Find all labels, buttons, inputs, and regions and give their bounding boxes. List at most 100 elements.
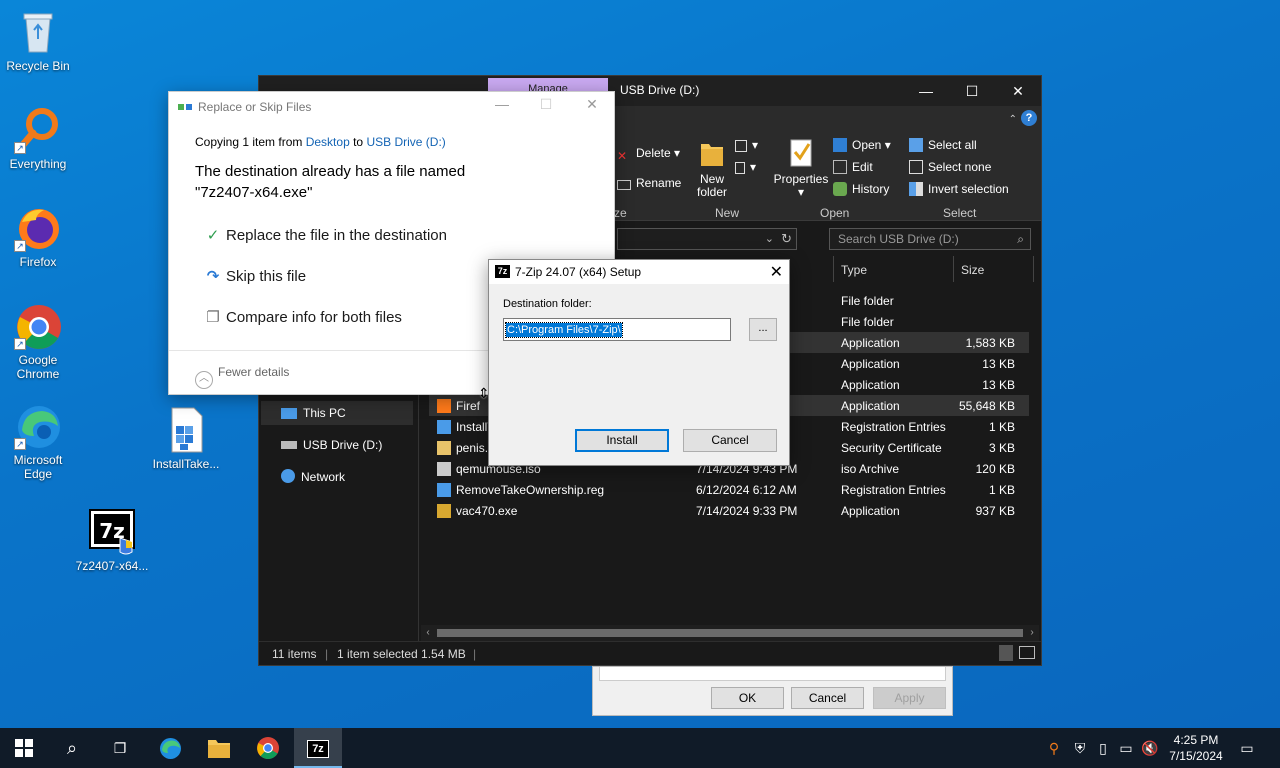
selection-info: 1 item selected 1.54 MB (337, 647, 466, 661)
maximize-button[interactable]: ☐ (949, 76, 995, 106)
invert-selection-button[interactable]: Invert selection (909, 182, 1009, 196)
setup-title-bar[interactable]: 7z 7-Zip 24.07 (x64) Setup ✕ (489, 260, 789, 284)
minimize-button[interactable]: — (903, 76, 949, 106)
replace-file-option[interactable]: ✓ Replace the file in the destination (205, 226, 447, 244)
desktop-icon-google-chrome[interactable]: ↗ Google Chrome (0, 302, 76, 381)
notification-center-icon[interactable]: ▭ (1236, 728, 1258, 768)
desktop-icon-label: Firefox (19, 255, 57, 269)
firefox-icon: ↗ (14, 204, 62, 252)
file-type: Security Certificate (841, 441, 942, 455)
edit-button[interactable]: Edit (833, 160, 873, 174)
file-row[interactable]: RemoveTakeOwnership.reg 6/12/2024 6:12 AM… (429, 479, 1029, 500)
history-button[interactable]: History (833, 182, 889, 196)
close-button[interactable]: ✕ (995, 76, 1041, 106)
select-none-button[interactable]: Select none (909, 160, 991, 174)
column-header-size[interactable]: Size (961, 263, 984, 277)
large-icons-view-icon[interactable] (1019, 646, 1035, 659)
scroll-right-arrow-icon[interactable]: › (1025, 625, 1039, 641)
explorer-window-title: USB Drive (D:) (620, 83, 700, 97)
start-button[interactable] (0, 728, 48, 768)
browse-button[interactable]: ... (749, 318, 777, 341)
close-icon[interactable]: ✕ (770, 262, 783, 282)
compare-files-option[interactable]: ❐ Compare info for both files (205, 308, 402, 326)
file-type: Registration Entries (841, 420, 946, 434)
details-view-icon[interactable] (999, 645, 1013, 661)
network-icon (281, 469, 295, 483)
taskbar-file-explorer[interactable] (195, 728, 243, 768)
network-icon[interactable]: ▭ (1116, 728, 1136, 768)
setup-dialog-title: 7-Zip 24.07 (x64) Setup (515, 265, 642, 279)
skip-file-option[interactable]: ↷ Skip this file (205, 267, 306, 285)
task-view-button[interactable]: ❐ (96, 728, 144, 768)
desktop-icon-recycle-bin[interactable]: Recycle Bin (0, 8, 76, 73)
maximize-button: ☐ (539, 96, 553, 112)
rename-button[interactable]: Rename (617, 176, 681, 190)
recycle-bin-icon (14, 8, 62, 56)
properties-ok-button[interactable]: OK (711, 687, 784, 709)
help-icon[interactable]: ? (1021, 110, 1037, 126)
new-item-button[interactable]: ▾ (735, 138, 758, 152)
taskbar-7zip-setup[interactable]: 7z (294, 728, 342, 768)
taskbar-chrome[interactable] (244, 728, 292, 768)
refresh-icon[interactable]: ↻ (781, 231, 792, 247)
properties-button[interactable]: Properties ▾ (773, 138, 829, 199)
install-button[interactable]: Install (575, 429, 669, 452)
scroll-left-arrow-icon[interactable]: ‹ (421, 625, 435, 641)
delete-button[interactable]: ✕ Delete ▾ (617, 146, 680, 163)
edge-icon: ↗ (14, 402, 62, 450)
file-type: File folder (841, 315, 894, 329)
taskbar-edge[interactable] (146, 728, 194, 768)
search-button[interactable]: ⌕ (48, 728, 96, 768)
delete-icon: ✕ (617, 149, 628, 163)
easy-access-button[interactable]: ▾ (735, 160, 756, 174)
minimize-button[interactable]: — (480, 96, 524, 118)
horizontal-scrollbar[interactable]: ‹ › (421, 625, 1039, 641)
address-bar[interactable]: ⌄ ↻ (617, 228, 797, 250)
nav-item-this-pc[interactable]: This PC (261, 401, 413, 425)
resize-cursor-icon: ⇕ (478, 385, 490, 401)
desktop-icon-firefox[interactable]: ↗ Firefox (0, 204, 76, 269)
edit-icon (833, 160, 847, 174)
system-clock[interactable]: 4:25 PM 7/15/2024 (1158, 732, 1234, 764)
security-shield-icon[interactable]: ⛨ (1070, 728, 1090, 768)
collapse-ribbon-chevron-icon[interactable]: ⌃ (1009, 114, 1017, 125)
scrollbar-thumb[interactable] (437, 629, 1023, 637)
file-size: 1,583 KB (965, 336, 1015, 350)
everything-tray-icon[interactable]: ⚲ (1044, 728, 1064, 768)
file-date: 7/14/2024 9:33 PM (696, 504, 798, 518)
nav-item-usb-drive[interactable]: USB Drive (D:) (281, 433, 413, 457)
file-row[interactable]: vac470.exe 7/14/2024 9:33 PM Application 93… (429, 500, 1029, 521)
destination-folder-input[interactable]: C:\Program Files\7-Zip\ (503, 318, 731, 341)
fewer-details-toggle[interactable]: ︿ Fewer details (195, 365, 289, 389)
cancel-button[interactable]: Cancel (683, 429, 777, 452)
file-size: 120 KB (975, 462, 1015, 476)
destination-link[interactable]: USB Drive (D:) (366, 135, 445, 149)
select-all-button[interactable]: Select all (909, 138, 977, 152)
properties-content-area (599, 667, 946, 681)
address-dropdown-chevron-icon[interactable]: ⌄ (765, 232, 774, 245)
open-button[interactable]: Open ▾ (833, 138, 891, 152)
close-button[interactable]: ✕ (570, 96, 614, 118)
volume-muted-icon[interactable]: 🔇 (1140, 728, 1160, 768)
status-bar: 11 items | 1 item selected 1.54 MB | (259, 641, 1041, 665)
file-size: 1 KB (988, 483, 1015, 497)
new-folder-button[interactable]: New folder (696, 138, 728, 199)
7zip-app-icon: 7z (495, 265, 510, 278)
search-input[interactable]: Search USB Drive (D:) ⌕ (829, 228, 1031, 250)
desktop-icon-everything[interactable]: ↗ Everything (0, 106, 76, 171)
shortcut-arrow-icon: ↗ (14, 338, 26, 350)
destination-folder-label: Destination folder: (503, 298, 592, 310)
source-link[interactable]: Desktop (306, 135, 350, 149)
desktop-icon-installtakeownership[interactable]: InstallTake... (148, 406, 224, 471)
desktop-icon-microsoft-edge[interactable]: ↗ Microsoft Edge (0, 402, 76, 481)
chrome-icon (257, 737, 279, 759)
properties-cancel-button[interactable]: Cancel (791, 687, 864, 709)
usb-eject-icon[interactable]: ▯ (1094, 728, 1112, 768)
column-header-type[interactable]: Type (841, 263, 867, 277)
file-icon (437, 483, 451, 497)
desktop-icon-7z-installer[interactable]: 7z 7z2407-x64... (74, 508, 150, 573)
nav-item-network[interactable]: Network (281, 465, 413, 489)
file-icon (437, 441, 451, 455)
properties-dialog: OK Cancel Apply (592, 666, 953, 716)
task-view-icon: ❐ (113, 740, 127, 756)
